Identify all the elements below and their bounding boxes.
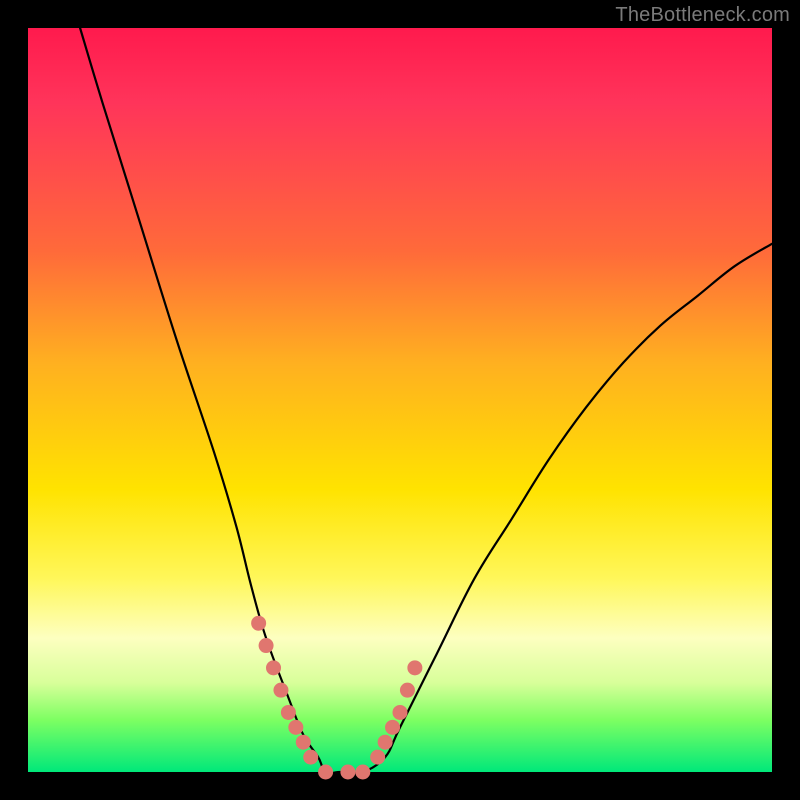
plot-area [28,28,772,772]
highlight-dot [340,765,355,780]
highlight-dot [400,683,415,698]
highlight-dot [407,660,422,675]
highlight-dot [288,720,303,735]
highlight-dot [251,616,266,631]
chart-frame: TheBottleneck.com [0,0,800,800]
highlight-dot [370,750,385,765]
curve-path [80,28,772,773]
highlight-dot [385,720,400,735]
highlight-dot [296,735,311,750]
highlight-dot [281,705,296,720]
highlight-dots [251,616,422,780]
highlight-dot [303,750,318,765]
highlight-dot [318,765,333,780]
watermark-text: TheBottleneck.com [615,4,790,27]
highlight-dot [378,735,393,750]
highlight-dot [273,683,288,698]
highlight-dot [266,660,281,675]
highlight-dot [259,638,274,653]
highlight-dot [355,765,370,780]
highlight-dot [393,705,408,720]
chart-svg [28,28,772,772]
